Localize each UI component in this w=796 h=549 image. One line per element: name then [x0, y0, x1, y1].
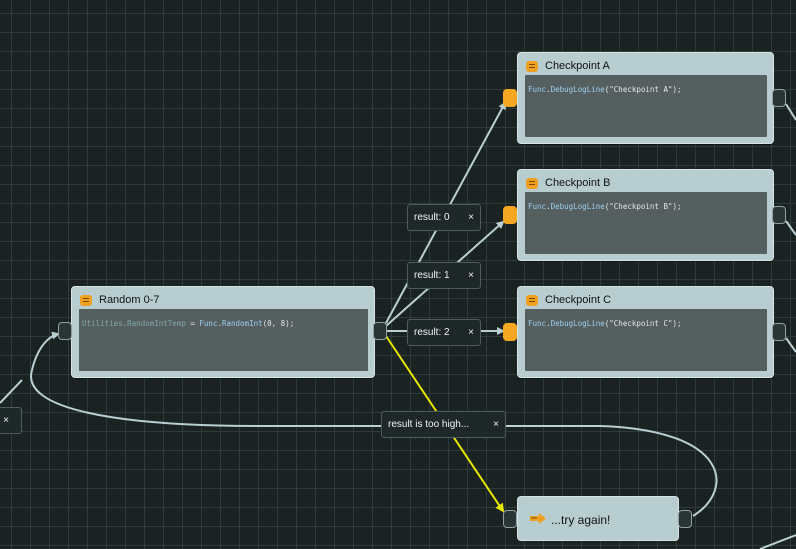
node-title: ...try again!	[551, 513, 611, 527]
edge-offscreen-bottom	[759, 534, 796, 549]
code-args: ("Checkpoint C");	[604, 319, 682, 328]
edge-label-text: result: 0	[414, 212, 450, 223]
edge-offscreen-left	[0, 379, 23, 404]
edge-label-text: result: 2	[414, 327, 450, 338]
edge-offscreen-c	[785, 337, 796, 353]
close-icon[interactable]: ×	[0, 415, 15, 426]
input-port[interactable]	[503, 510, 517, 528]
code-function-object: Func	[199, 319, 218, 328]
code-object: Func	[528, 319, 547, 328]
code-operator: =	[185, 319, 200, 328]
script-icon	[80, 294, 92, 306]
node-header: Checkpoint A	[526, 58, 610, 74]
offscreen-edge-label[interactable]: ×	[0, 407, 22, 434]
node-random[interactable]: Random 0-7 Utilities.RandomIntTemp = Fun…	[71, 286, 375, 378]
script-icon	[526, 60, 538, 72]
output-port[interactable]	[373, 322, 387, 340]
script-icon	[526, 177, 538, 189]
node-header: Random 0-7	[80, 292, 160, 308]
code-function: DebugLogLine	[550, 319, 605, 328]
node-title: Checkpoint A	[545, 60, 610, 72]
node-header: Checkpoint B	[526, 175, 610, 191]
node-header: Checkpoint C	[526, 292, 611, 308]
node-title: Checkpoint B	[545, 177, 611, 189]
node-checkpoint-c[interactable]: Checkpoint C Func.DebugLogLine("Checkpoi…	[517, 286, 774, 378]
output-port[interactable]	[772, 323, 786, 341]
edge-label-text: result: 1	[414, 270, 450, 281]
node-try-again[interactable]: ...try again!	[517, 496, 679, 541]
close-icon[interactable]: ×	[462, 327, 480, 338]
node-checkpoint-a[interactable]: Checkpoint A Func.DebugLogLine("Checkpoi…	[517, 52, 774, 144]
edge-label-result-1[interactable]: result: 1 ×	[407, 262, 481, 289]
node-title: Random 0-7	[99, 294, 160, 306]
node-title: Checkpoint C	[545, 294, 612, 306]
edge-offscreen-a	[785, 103, 796, 121]
code-editor[interactable]: Func.DebugLogLine("Checkpoint A");	[525, 75, 767, 137]
code-args: ("Checkpoint A");	[604, 85, 682, 94]
code-object: Func	[528, 202, 547, 211]
edge-label-result-2[interactable]: result: 2 ×	[407, 319, 481, 346]
close-icon[interactable]: ×	[462, 270, 480, 281]
close-icon[interactable]: ×	[487, 419, 505, 430]
code-function: DebugLogLine	[550, 202, 605, 211]
edge-label-too-high[interactable]: result is too high... ×	[381, 411, 506, 438]
edge-offscreen-b	[785, 220, 796, 236]
code-editor[interactable]: Utilities.RandomIntTemp = Func.RandomInt…	[79, 309, 368, 371]
input-port[interactable]	[503, 323, 517, 341]
edge-label-result-0[interactable]: result: 0 ×	[407, 204, 481, 231]
output-port[interactable]	[772, 206, 786, 224]
redirect-icon	[530, 513, 546, 524]
close-icon[interactable]: ×	[462, 212, 480, 223]
code-editor[interactable]: Func.DebugLogLine("Checkpoint B");	[525, 192, 767, 254]
code-args: (0, 8);	[262, 319, 295, 328]
code-function: RandomInt	[221, 319, 263, 328]
code-editor[interactable]: Func.DebugLogLine("Checkpoint C");	[525, 309, 767, 371]
input-port[interactable]	[58, 322, 72, 340]
input-port[interactable]	[503, 206, 517, 224]
input-port[interactable]	[503, 89, 517, 107]
node-checkpoint-b[interactable]: Checkpoint B Func.DebugLogLine("Checkpoi…	[517, 169, 774, 261]
code-object: Utilities	[82, 319, 123, 328]
output-port[interactable]	[772, 89, 786, 107]
output-port[interactable]	[678, 510, 692, 528]
code-variable: RandomIntTemp	[127, 319, 186, 328]
code-args: ("Checkpoint B");	[604, 202, 682, 211]
edge-label-text: result is too high...	[388, 419, 470, 430]
code-function: DebugLogLine	[550, 85, 605, 94]
script-icon	[526, 294, 538, 306]
code-object: Func	[528, 85, 547, 94]
